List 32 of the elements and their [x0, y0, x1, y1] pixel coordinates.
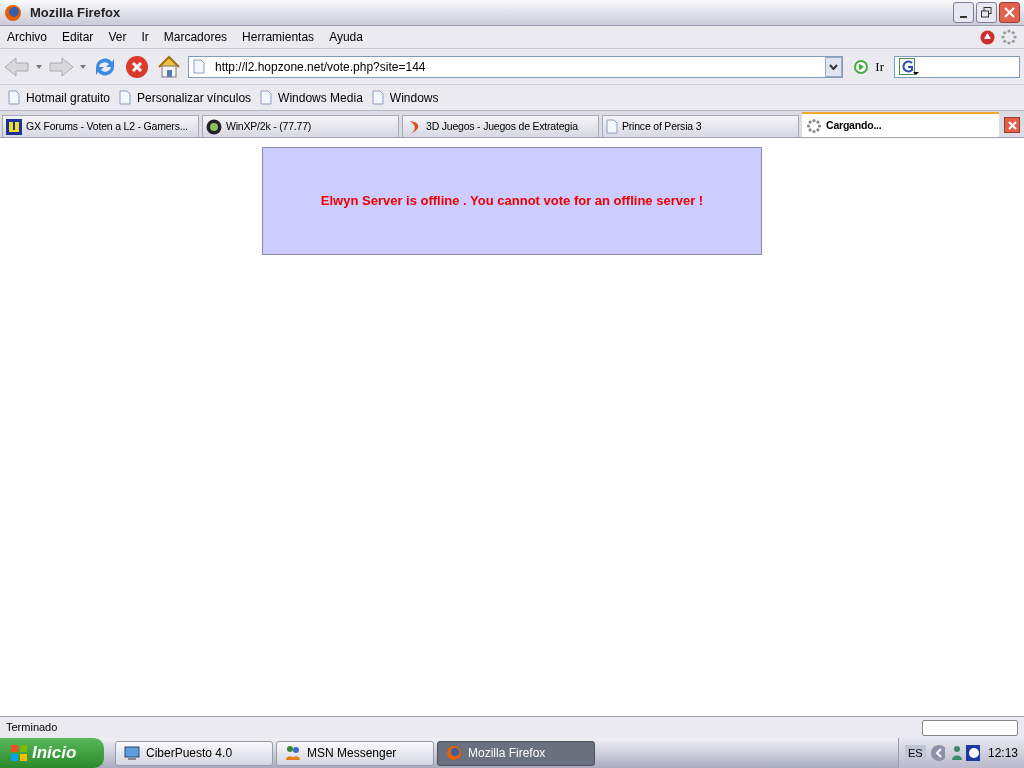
- clock: 12:13: [987, 745, 1018, 762]
- bookmark-link[interactable]: Personalizar vínculos: [137, 88, 252, 107]
- offline-message: Elwyn Server is offline . You cannot vote for an offline server !: [320, 192, 704, 211]
- status-text: Terminado: [6, 720, 58, 736]
- browser-tab[interactable]: WinXP/2k - (77.77): [202, 115, 399, 137]
- tab-title: GX Forums - Voten a L2 - Gamers...: [26, 118, 188, 134]
- taskbar-button[interactable]: MSN Messenger: [276, 740, 434, 766]
- menu-item[interactable]: Ver: [108, 28, 127, 46]
- menu-item[interactable]: Ir: [141, 28, 149, 46]
- menu-item[interactable]: Editar: [62, 28, 94, 46]
- menu-item[interactable]: Archivo: [7, 28, 47, 46]
- address-field[interactable]: http://l2.hopzone.net/vote.php?site=144: [188, 55, 844, 78]
- bookmark-link[interactable]: Windows: [389, 88, 439, 107]
- browser-tab[interactable]: 3D Juegos - Juegos de Extrategia: [402, 115, 599, 137]
- window-title: Mozilla Firefox: [30, 3, 121, 22]
- bookmark-link[interactable]: Windows Media: [278, 88, 363, 107]
- tab-title: WinXP/2k - (77.77): [226, 118, 312, 134]
- menu-item[interactable]: Ayuda: [329, 28, 363, 46]
- tab-title: Cargando...: [826, 117, 882, 133]
- browser-tab[interactable]: Cargando...: [802, 112, 999, 137]
- go-button[interactable]: Ir: [849, 56, 888, 77]
- bookmark-link[interactable]: Hotmail gratuito: [26, 88, 111, 107]
- tab-title: Prince of Persia 3: [622, 118, 702, 134]
- menu-item[interactable]: Herramientas: [242, 28, 315, 46]
- browser-tab[interactable]: GX Forums - Voten a L2 - Gamers...: [2, 115, 199, 137]
- taskbar-button[interactable]: Mozilla Firefox: [437, 740, 595, 766]
- language-indicator[interactable]: ES: [905, 744, 926, 762]
- tab-title: 3D Juegos - Juegos de Extrategia: [426, 118, 578, 134]
- address-text: http://l2.hopzone.net/vote.php?site=144: [215, 58, 427, 76]
- menu-item[interactable]: Marcadores: [163, 28, 228, 46]
- browser-tab[interactable]: Prince of Persia 3: [602, 115, 799, 137]
- taskbar-button[interactable]: CiberPuesto 4.0: [115, 740, 273, 766]
